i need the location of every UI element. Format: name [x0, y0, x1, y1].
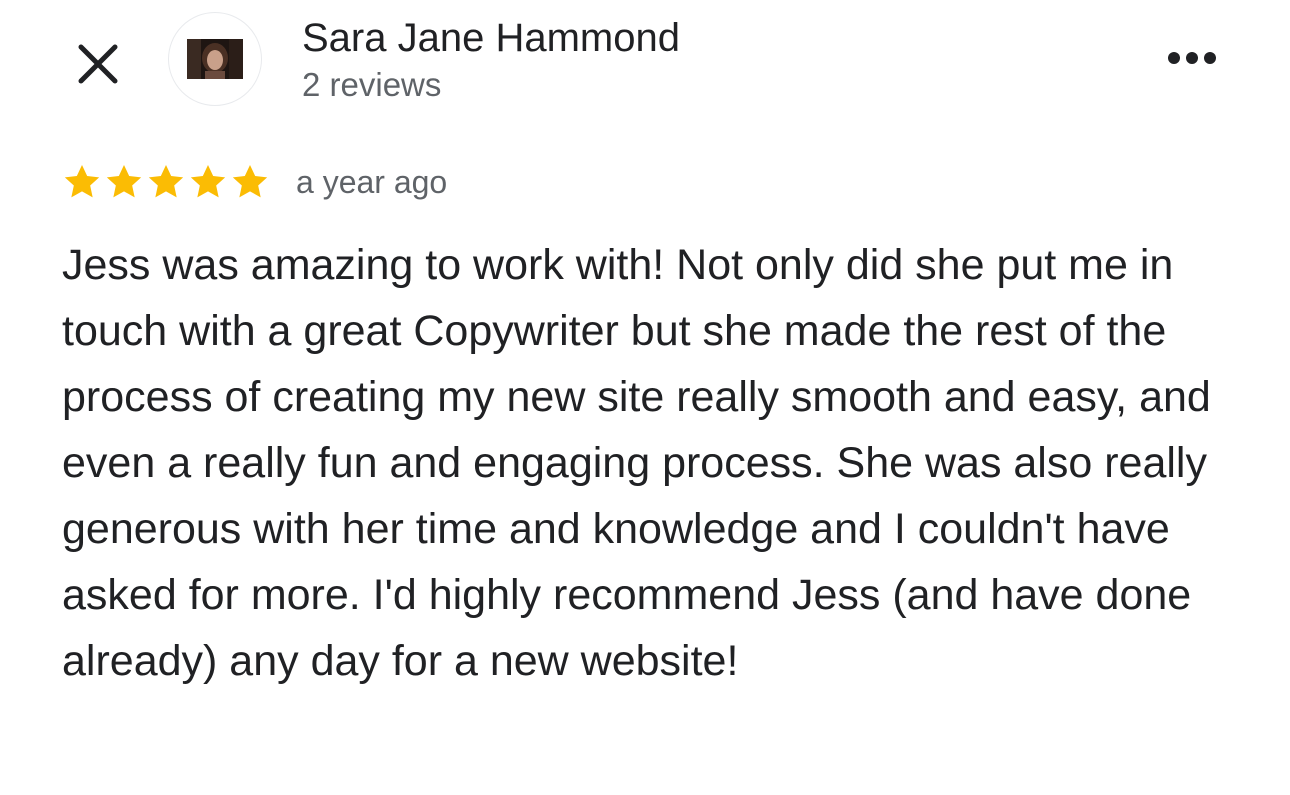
close-button[interactable] — [70, 36, 126, 92]
rating-row: a year ago — [62, 160, 447, 204]
review-time: a year ago — [296, 164, 448, 200]
avatar[interactable] — [168, 12, 262, 106]
author-name[interactable]: Sara Jane Hammond — [302, 14, 680, 62]
star-icon — [232, 165, 268, 198]
star-icon — [64, 165, 100, 198]
star-icon — [106, 165, 142, 198]
star-icon — [148, 165, 184, 198]
more-options-button[interactable] — [1162, 36, 1222, 80]
review-text: Jess was amazing to work with! Not only … — [62, 241, 1211, 685]
profile-photo — [187, 39, 243, 79]
more-options-icon — [1168, 52, 1216, 64]
close-icon — [78, 44, 118, 84]
author-review-count: 2 reviews — [302, 66, 442, 103]
star-icon — [190, 165, 226, 198]
star-rating — [62, 162, 272, 202]
